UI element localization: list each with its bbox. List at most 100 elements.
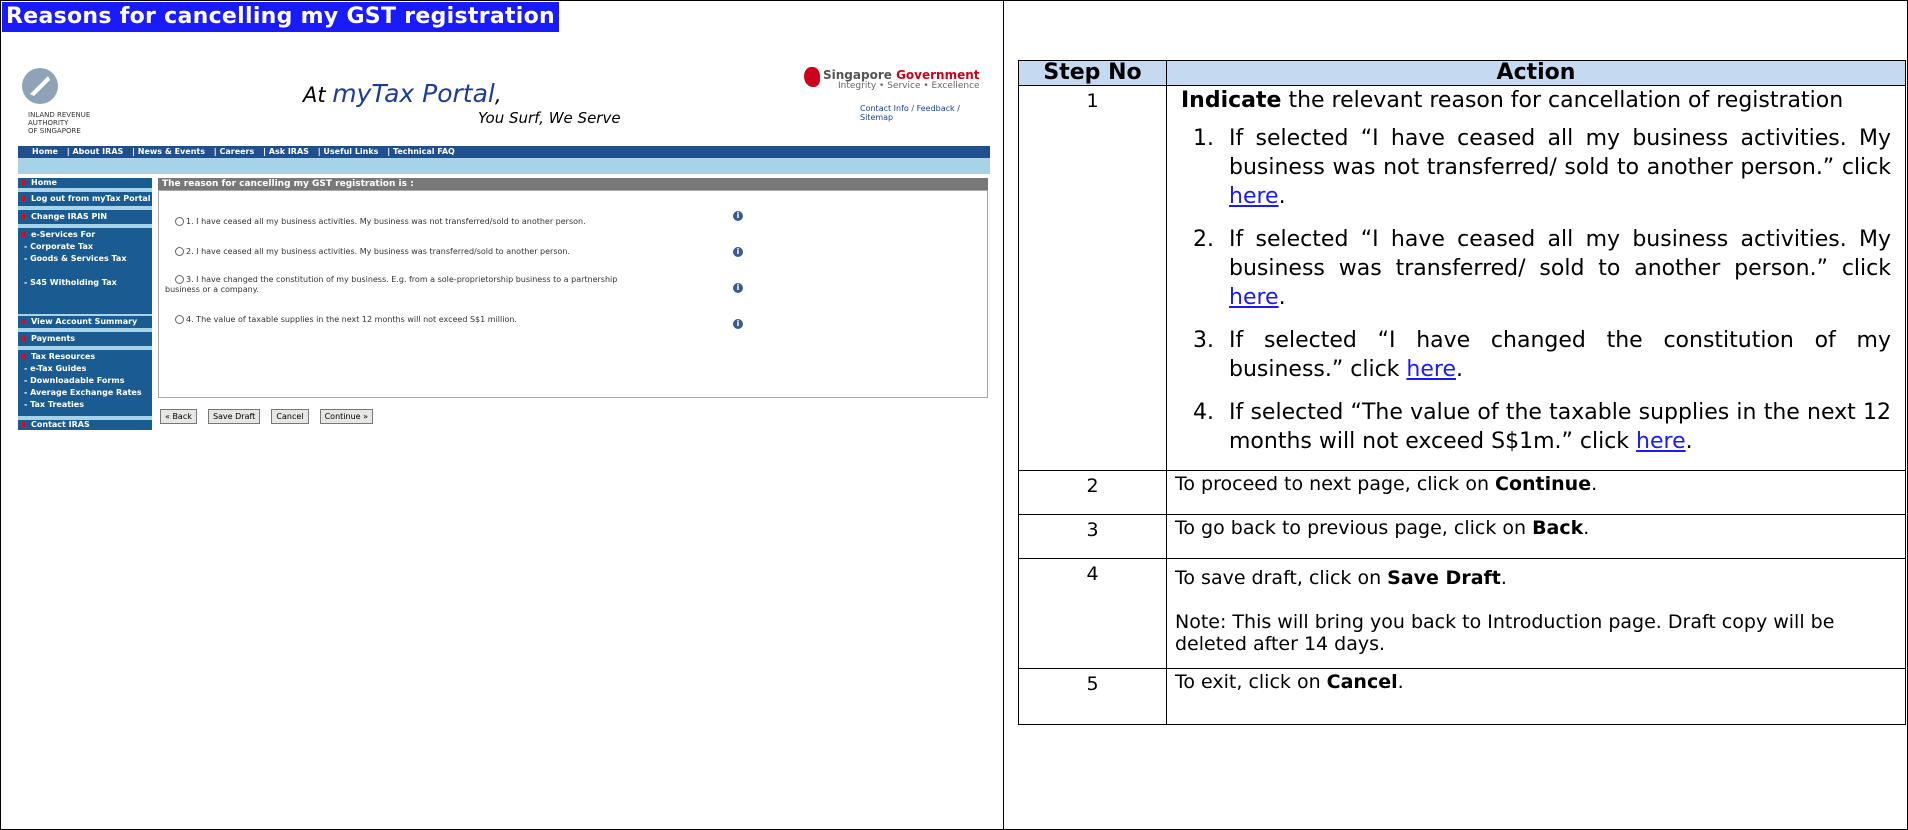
table-row: 4 To save draft, click on Save Draft. No… <box>1018 558 1906 669</box>
period: . <box>1685 429 1693 454</box>
here-link[interactable]: here <box>1229 285 1279 310</box>
sidebar-item-guides[interactable]: - e-Tax Guides <box>18 364 152 374</box>
iras-logo-icon <box>22 68 58 104</box>
radio-button[interactable] <box>175 247 184 256</box>
nav-ask[interactable]: | Ask IRAS <box>263 147 309 156</box>
sidebar-item-eservices[interactable]: e-Services For <box>18 230 152 240</box>
singapore-lion-icon <box>804 67 820 87</box>
sidebar-label: Home <box>31 178 57 187</box>
sidebar-item-s45[interactable]: - S45 Witholding Tax <box>18 278 152 288</box>
info-icon[interactable]: i <box>733 211 743 221</box>
save-draft-button[interactable]: Save Draft <box>207 409 261 424</box>
step-action: Indicate the relevant reason for cancell… <box>1166 85 1906 471</box>
nav-faq[interactable]: | Technical FAQ <box>387 147 455 156</box>
sidebar-item-gst[interactable]: - Goods & Services Tax <box>18 254 152 264</box>
action-line: To save draft, click on Save Draft. <box>1175 567 1897 589</box>
action-pre: To save draft, click on <box>1175 567 1388 589</box>
here-link[interactable]: here <box>1406 357 1456 382</box>
reason-item-text: If selected “I have changed the constitu… <box>1229 328 1891 382</box>
step-action: To save draft, click on Save Draft. Note… <box>1166 558 1906 669</box>
table-row: 3 To go back to previous page, click on … <box>1018 514 1906 559</box>
sidebar-item-account[interactable]: View Account Summary <box>18 317 152 327</box>
sidebar-item-payments[interactable]: Payments <box>18 334 152 344</box>
action-post: . <box>1583 517 1590 539</box>
list-item: If selected “The value of the taxable su… <box>1221 398 1891 456</box>
info-icon[interactable]: i <box>733 283 743 293</box>
top-nav-bar: Home | About IRAS | News & Events | Care… <box>18 146 990 158</box>
period: . <box>1278 184 1286 209</box>
sidebar-item-forms[interactable]: - Downloadable Forms <box>18 376 152 386</box>
reason-option-2[interactable]: 2. I have ceased all my business activit… <box>175 247 570 257</box>
nav-links[interactable]: | Useful Links <box>318 147 379 156</box>
action-note: Note: This will bring you back to Introd… <box>1175 611 1835 655</box>
reason-option-3[interactable]: 3. I have changed the constitution of my… <box>175 275 617 285</box>
portal-screenshot: INLAND REVENUE AUTHORITY OF SINGAPORE At… <box>18 62 990 472</box>
iras-logo-text: INLAND REVENUE AUTHORITY OF SINGAPORE <box>28 111 90 135</box>
bullet-icon <box>22 336 26 341</box>
reason-option-1[interactable]: 1. I have ceased all my business activit… <box>175 217 586 227</box>
header-action: Action <box>1166 60 1906 86</box>
sidebar-label: Tax Resources <box>31 352 96 361</box>
action-pre: To go back to previous page, click on <box>1175 517 1533 539</box>
portal-title-main: myTax Portal <box>332 79 495 108</box>
radio-button[interactable] <box>175 315 184 324</box>
sidebar-item-logout[interactable]: Log out from myTax Portal <box>18 194 152 204</box>
radio-button[interactable] <box>175 217 184 226</box>
step-action: To exit, click on Cancel. <box>1166 668 1906 725</box>
step-action: To go back to previous page, click on Ba… <box>1166 514 1906 559</box>
header-step-no: Step No <box>1018 60 1167 86</box>
reason-item-text: If selected “I have ceased all my busine… <box>1229 126 1891 180</box>
reason-option-4[interactable]: 4. The value of taxable supplies in the … <box>175 315 517 325</box>
back-button[interactable]: « Back <box>160 409 197 424</box>
step-number: 2 <box>1018 470 1167 515</box>
portal-title-prefix: At <box>303 83 333 107</box>
nav-news[interactable]: | News & Events <box>132 147 205 156</box>
sidebar-label: Payments <box>31 334 76 343</box>
info-icon[interactable]: i <box>733 319 743 329</box>
bullet-icon <box>22 422 26 427</box>
step-number: 1 <box>1018 85 1167 471</box>
sidebar-item-change-pin[interactable]: Change IRAS PIN <box>18 212 152 222</box>
sidebar-label: e-Services For <box>31 230 96 239</box>
action-pre: To exit, click on <box>1175 671 1327 693</box>
info-icon[interactable]: i <box>733 247 743 257</box>
action-post: . <box>1500 567 1507 589</box>
bullet-icon <box>22 180 26 185</box>
indicate-rest: the relevant reason for cancellation of … <box>1281 88 1844 113</box>
step-action: To proceed to next page, click on Contin… <box>1166 470 1906 515</box>
column-divider <box>1003 0 1004 830</box>
iras-text-line: INLAND REVENUE <box>28 111 91 119</box>
portal-title: At myTax Portal, <box>303 79 502 108</box>
singapore-government-logo: Singapore Government <box>823 68 980 82</box>
reason-option-label: 4. The value of taxable supplies in the … <box>186 315 517 324</box>
reason-item-text: If selected “The value of the taxable su… <box>1229 400 1891 454</box>
period: . <box>1278 285 1286 310</box>
action-bold: Back <box>1532 517 1584 539</box>
indicate-text: Indicate the relevant reason for cancell… <box>1181 86 1891 116</box>
cancel-button[interactable]: Cancel <box>271 409 309 424</box>
nav-about[interactable]: | About IRAS <box>67 147 124 156</box>
sidebar: Home Log out from myTax Portal Change IR… <box>18 178 152 430</box>
table-row: 5 To exit, click on Cancel. <box>1018 668 1906 725</box>
reason-option-label: 1. I have ceased all my business activit… <box>186 217 586 226</box>
sidebar-item-treaties[interactable]: - Tax Treaties <box>18 400 152 410</box>
period: . <box>1456 357 1463 382</box>
nav-home[interactable]: Home <box>32 147 58 156</box>
sidebar-item-rates[interactable]: - Average Exchange Rates <box>18 388 152 398</box>
here-link[interactable]: here <box>1636 429 1686 454</box>
table-row: 2 To proceed to next page, click on Cont… <box>1018 470 1906 515</box>
sidebar-item-resources[interactable]: Tax Resources <box>18 352 152 362</box>
continue-button[interactable]: Continue » <box>319 409 374 424</box>
contact-links[interactable]: Contact Info / Feedback / Sitemap <box>860 104 990 122</box>
radio-button[interactable] <box>175 275 184 284</box>
step-number: 3 <box>1018 514 1167 559</box>
sidebar-item-home[interactable]: Home <box>18 178 152 188</box>
sidebar-item-corporate-tax[interactable]: - Corporate Tax <box>18 242 152 252</box>
sg-gov-word2: Government <box>896 68 980 82</box>
bullet-icon <box>22 196 26 201</box>
sidebar-item-contact[interactable]: Contact IRAS <box>18 420 152 430</box>
here-link[interactable]: here <box>1229 184 1279 209</box>
portal-title-suffix: , <box>494 83 502 107</box>
page-title: Reasons for cancelling my GST registrati… <box>2 2 560 32</box>
nav-careers[interactable]: | Careers <box>214 147 254 156</box>
